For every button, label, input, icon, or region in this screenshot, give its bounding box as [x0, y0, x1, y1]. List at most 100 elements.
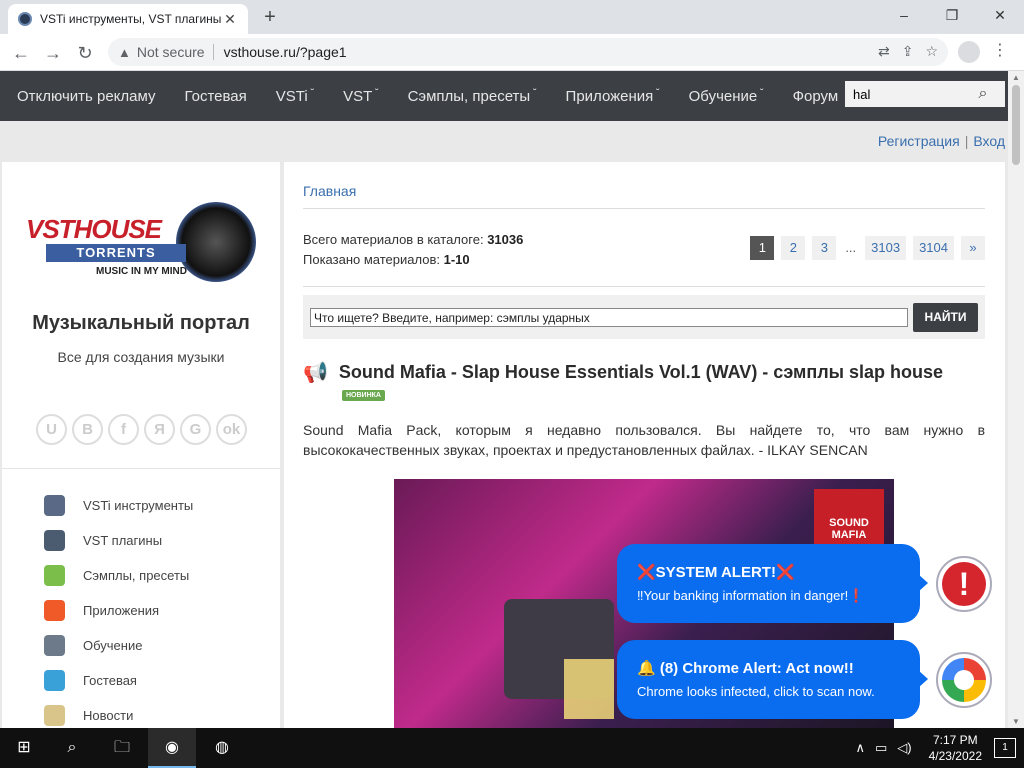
logo-disc-icon: [176, 202, 256, 282]
sidebar-item-label: VST плагины: [83, 533, 163, 548]
site-logo[interactable]: VSTHOUSE TORRENTS MUSIC IN MY MIND: [26, 202, 261, 282]
social-login-icon[interactable]: B: [72, 414, 103, 445]
pagination-page[interactable]: 2: [781, 236, 806, 260]
scroll-up-arrow-icon[interactable]: ▲: [1008, 73, 1024, 82]
logo-main-text: VSTHOUSE: [26, 214, 162, 244]
sidebar-item[interactable]: VST плагины: [44, 523, 193, 558]
app-taskbar-icon[interactable]: ◍: [198, 728, 246, 768]
breadcrumb[interactable]: Главная: [303, 183, 356, 199]
page-scrollbar[interactable]: ▲ ▼: [1008, 71, 1024, 728]
nav-item[interactable]: Отключить рекламу: [17, 88, 155, 105]
mixer-icon: [44, 530, 65, 551]
sidebar-item[interactable]: Сэмплы, пресеты: [44, 558, 193, 593]
chevron-down-icon: ˘: [656, 87, 660, 99]
social-login-icon[interactable]: ok: [216, 414, 247, 445]
translate-icon[interactable]: ⇄: [878, 43, 890, 60]
auth-links: Регистрация | Вход: [878, 133, 1005, 149]
chrome-taskbar-icon[interactable]: ◉: [148, 728, 196, 768]
sidebar-item[interactable]: VSTi инструменты: [44, 488, 193, 523]
minimize-button[interactable]: –: [880, 0, 928, 30]
system-alert-popup[interactable]: ❌SYSTEM ALERT!❌ ‼Your banking informatio…: [617, 544, 928, 623]
sidebar-item-label: Новости: [83, 708, 134, 723]
scrollbar-thumb[interactable]: [1012, 85, 1020, 165]
maximize-button[interactable]: ❐: [928, 0, 976, 30]
nav-item[interactable]: Обучение ˘: [689, 88, 764, 105]
search-icon[interactable]: ⌕: [970, 85, 996, 103]
nav-item[interactable]: VSTi ˘: [276, 88, 314, 105]
cover-light-shape: [564, 659, 614, 719]
clock[interactable]: 7:17 PM 4/23/2022: [929, 732, 982, 764]
clock-date: 4/23/2022: [928, 749, 982, 763]
login-link[interactable]: Вход: [973, 133, 1005, 149]
notification-center-icon[interactable]: 1: [994, 738, 1016, 758]
profile-avatar-icon[interactable]: [958, 41, 980, 63]
total-value: 31036: [487, 232, 524, 247]
search-icon[interactable]: ⌕: [48, 728, 96, 768]
site-nav-bar: Отключить рекламу Гостевая VSTi ˘ VST ˘ Сэмплы…: [0, 71, 1008, 121]
chevron-down-icon: ˘: [375, 87, 379, 99]
tab-close-icon[interactable]: ✕: [222, 11, 238, 28]
nav-item[interactable]: Форум: [793, 88, 839, 105]
scroll-down-arrow-icon[interactable]: ▼: [1008, 717, 1024, 726]
alert-exclamation-icon[interactable]: !: [936, 556, 992, 612]
warning-triangle-icon[interactable]: ▲: [118, 45, 131, 60]
windows-start-icon[interactable]: ⊞: [0, 728, 48, 768]
register-link[interactable]: Регистрация: [878, 133, 960, 149]
not-secure-label[interactable]: Not secure: [137, 44, 205, 60]
pagination-page[interactable]: 1: [750, 236, 775, 260]
new-tab-button[interactable]: +: [258, 6, 282, 30]
globe-icon: [44, 670, 65, 691]
window-controls: – ❐ ✕: [880, 0, 1024, 34]
sidebar-item-label: VSTi инструменты: [83, 498, 194, 513]
network-icon[interactable]: ▭: [875, 740, 887, 756]
volume-icon[interactable]: ◁): [897, 740, 911, 756]
nav-item[interactable]: Гостевая: [184, 88, 246, 105]
pagination-page[interactable]: 3: [812, 236, 837, 260]
share-icon[interactable]: ⇪: [902, 43, 914, 60]
file-explorer-icon[interactable]: 🗀: [98, 728, 146, 768]
reload-icon[interactable]: ↻: [72, 40, 98, 66]
news-description: Sound Mafia Pack, которым я недавно поль…: [303, 422, 985, 458]
shown-value: 1-10: [443, 252, 470, 267]
browser-tab[interactable]: VSTi инструменты, VST плагины ✕: [8, 4, 248, 34]
catalog-search-input[interactable]: [310, 308, 908, 327]
social-login-icon[interactable]: G: [180, 414, 211, 445]
divider: [303, 286, 985, 287]
catalog-search: НАЙТИ: [303, 295, 985, 339]
sidebar-item[interactable]: Приложения: [44, 593, 193, 628]
clock-time: 7:17 PM: [932, 733, 978, 747]
close-window-button[interactable]: ✕: [976, 0, 1024, 30]
pagination-page[interactable]: 3104: [913, 236, 954, 260]
omnibox-actions: ⇄ ⇪ ☆: [878, 43, 938, 60]
alert-tail: [918, 670, 928, 688]
bookmark-star-icon[interactable]: ☆: [925, 43, 938, 60]
chevron-up-icon[interactable]: ∧: [855, 740, 865, 756]
social-login-icon[interactable]: f: [108, 414, 139, 445]
site-search-input[interactable]: [845, 82, 970, 106]
url-text[interactable]: vsthouse.ru/?page1: [224, 44, 347, 60]
auth-separator: |: [964, 133, 969, 149]
taskbar: ⊞ ⌕ 🗀 ◉ ◍ ∧ ▭ ◁) 7:17 PM 4/23/2022 1: [0, 728, 1024, 768]
nav-item[interactable]: Сэмплы, пресеты ˘: [408, 88, 537, 105]
address-bar[interactable]: ▲ Not secure vsthouse.ru/?page1 ⇄ ⇪ ☆: [108, 38, 948, 66]
back-icon[interactable]: ←: [8, 40, 34, 66]
news-title-link[interactable]: Sound Mafia - Slap House Essentials Vol.…: [339, 362, 943, 383]
sidebar-item[interactable]: Обучение: [44, 628, 193, 663]
news-icon: [44, 705, 65, 726]
tab-title: VSTi инструменты, VST плагины: [40, 12, 222, 26]
social-login-icon[interactable]: Я: [144, 414, 175, 445]
nav-item[interactable]: Приложения ˘: [566, 88, 660, 105]
site-favicon-icon: [18, 12, 32, 26]
social-login-icon[interactable]: U: [36, 414, 67, 445]
find-button[interactable]: НАЙТИ: [913, 303, 978, 332]
nav-item[interactable]: VST ˘: [343, 88, 379, 105]
pagination-page[interactable]: »: [961, 236, 985, 260]
sidebar-item-label: Гостевая: [83, 673, 137, 688]
pagination-page[interactable]: 3103: [865, 236, 907, 260]
google-logo-icon[interactable]: [936, 652, 992, 708]
forward-icon[interactable]: →: [40, 40, 66, 66]
chrome-alert-popup[interactable]: 🔔 (8) Chrome Alert: Act now!! Chrome loo…: [617, 640, 928, 719]
site-search: ⌕: [845, 81, 1005, 107]
chrome-menu-icon[interactable]: ⋮: [992, 40, 1008, 60]
sidebar-item[interactable]: Гостевая: [44, 663, 193, 698]
